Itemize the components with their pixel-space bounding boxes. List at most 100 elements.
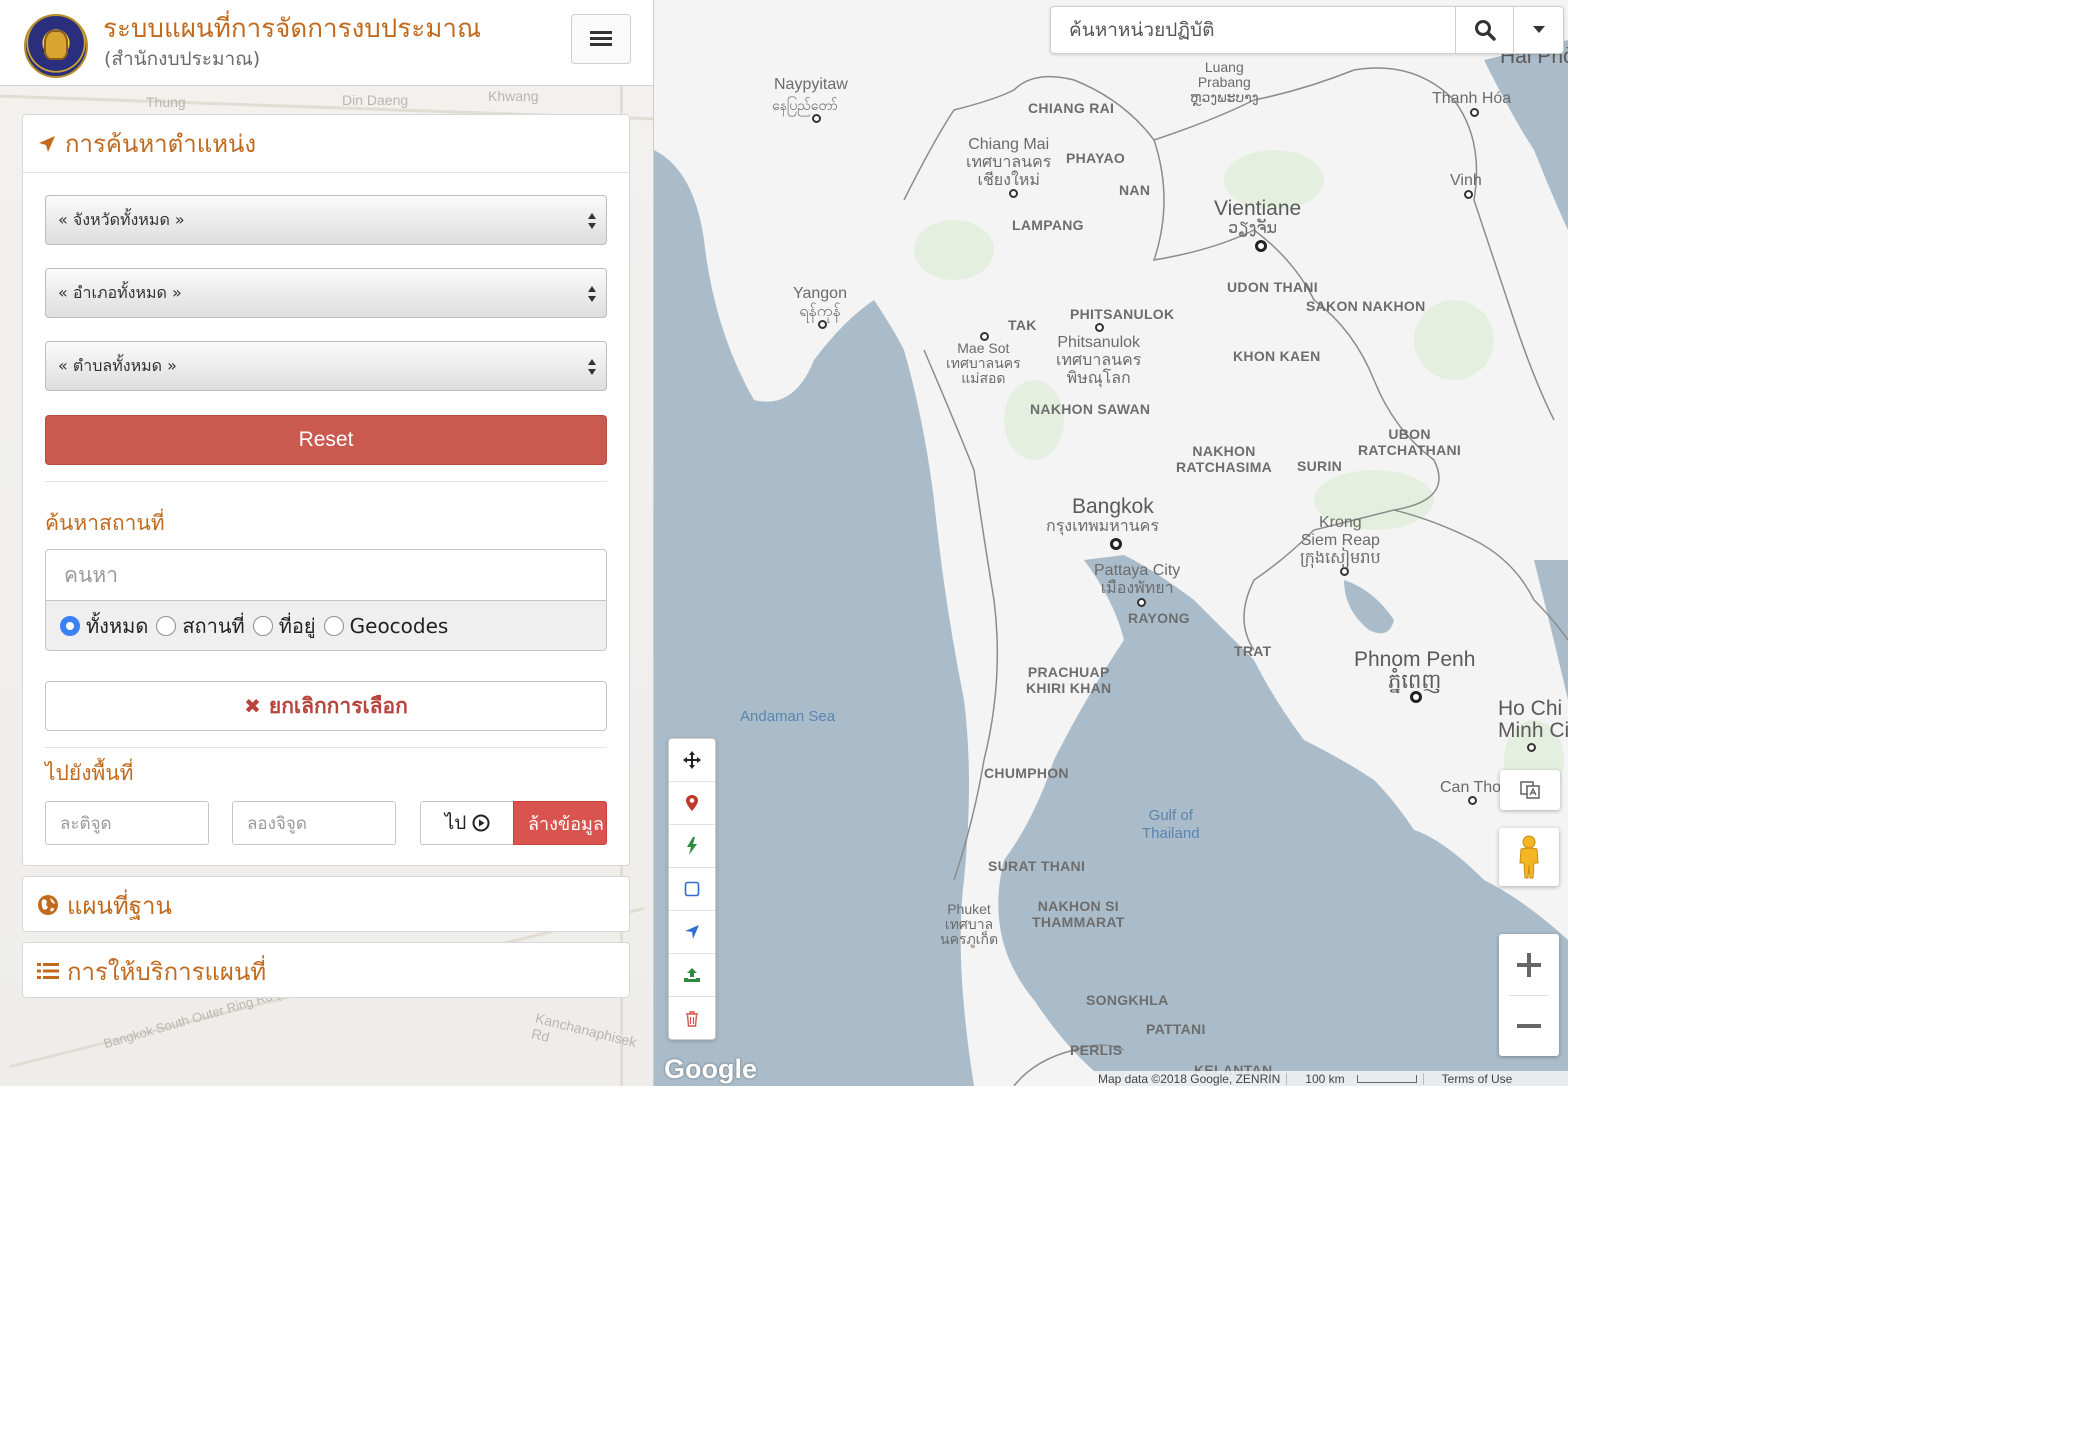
city-marker[interactable] — [812, 114, 821, 123]
map-label-nan: NAN — [1119, 182, 1151, 198]
district-select[interactable]: « อำเภอทั้งหมด » — [45, 268, 607, 318]
left-panel: Thung Din Daeng Khwang Kanchanaphisek Rd… — [0, 0, 654, 1086]
radio-button[interactable] — [323, 615, 344, 636]
map-label-phayao: PHAYAO — [1066, 150, 1126, 166]
map-label-chumphon: CHUMPHON — [984, 765, 1069, 781]
upload-tool-button[interactable] — [669, 954, 715, 997]
map-label-pattani: PATTANI — [1146, 1021, 1206, 1037]
radio-option-address[interactable]: ที่อยู่ — [252, 610, 316, 642]
map-label-phuket: Phuket เทศบาล นครภูเก็ต — [940, 901, 999, 947]
location-arrow-icon — [685, 925, 699, 939]
map-label-udon-thani: UDON THANI — [1227, 279, 1318, 295]
google-logo: Google — [664, 1054, 757, 1084]
place-search-input[interactable]: คนหา — [45, 549, 607, 601]
map-label-perlis: PERLIS — [1070, 1042, 1123, 1058]
unit-search-button[interactable] — [1455, 7, 1513, 53]
city-marker[interactable] — [1340, 567, 1349, 576]
divider — [45, 747, 607, 748]
province-select[interactable]: « จังหวัดทั้งหมด » — [45, 195, 607, 245]
unit-search-input[interactable]: ค้นหาหน่วยปฏิบัติ — [1051, 7, 1455, 53]
map-label-phitsanulok-city: Phitsanulok เทศบาลนคร พิษณุโลก — [1056, 334, 1142, 387]
app-subtitle: (สำนักงบประมาณ) — [104, 48, 261, 70]
map-label-siem-reap: Krong Siem Reap ក្រុងសៀមរាប — [1300, 514, 1381, 567]
map-label-surin: SURIN — [1297, 458, 1343, 474]
basemap-panel[interactable]: แผนที่ฐาน — [22, 876, 630, 932]
map-data-attribution[interactable]: Map data ©2018 Google, ZENRIN — [1092, 1072, 1286, 1086]
map-canvas[interactable]: Naypyitaw နေပြည်တော် Luang Prabang ຫຼວງພ… — [654, 0, 1568, 1086]
map-attribution-bar: Map data ©2018 Google, ZENRIN 100 km Ter… — [1092, 1071, 1568, 1086]
trash-icon — [686, 1010, 698, 1027]
navigate-tool-button[interactable] — [669, 911, 715, 954]
delete-tool-button[interactable] — [669, 997, 715, 1040]
radio-option-geocodes[interactable]: Geocodes — [323, 614, 448, 638]
divider — [45, 481, 607, 482]
plus-icon — [1517, 952, 1541, 977]
app-title: ระบบแผนที่การจัดการงบประมาณ — [103, 14, 482, 44]
location-search-panel: การค้นหาตำแหน่ง « จังหวัดทั้งหมด » « อำเ… — [22, 114, 630, 866]
city-marker[interactable] — [1464, 190, 1473, 199]
map-label-songkhla: SONGKHLA — [1086, 992, 1169, 1008]
marker-tool-button[interactable] — [669, 782, 715, 825]
city-marker[interactable] — [818, 320, 827, 329]
radio-label: ทั้งหมด — [86, 613, 149, 638]
radio-option-all[interactable]: ทั้งหมด — [60, 610, 148, 642]
basemap-panel-header[interactable]: แผนที่ฐาน — [23, 877, 629, 933]
bolt-icon — [687, 837, 697, 855]
unit-search-dropdown-button[interactable] — [1513, 7, 1563, 53]
radio-button[interactable] — [252, 615, 273, 636]
map-pin-icon — [686, 795, 698, 811]
go-button[interactable]: ไป — [420, 801, 514, 845]
map-label-chiang-mai: Chiang Mai เทศบาลนคร เชียงใหม่ — [966, 136, 1052, 189]
map-label-trat: TRAT — [1234, 643, 1272, 659]
left-bg-label: Kanchanaphisek Rd — [529, 1009, 639, 1051]
location-panel-title: การค้นหาตำแหน่ง — [65, 130, 257, 158]
map-label-mae-sot: Mae Sot เทศบาลนคร แม่สอด — [946, 340, 1021, 386]
map-label-luang-prabang: Luang Prabang ຫຼວງພະບາງ — [1190, 59, 1259, 105]
clear-selection-button[interactable]: ✖ ยกเลิกการเลือก — [45, 681, 607, 731]
zoom-in-button[interactable] — [1499, 934, 1559, 995]
city-marker[interactable] — [1470, 108, 1479, 117]
map-services-panel-header[interactable]: การให้บริการแผนที่ — [23, 943, 629, 999]
street-view-control[interactable] — [1499, 828, 1559, 886]
reset-button[interactable]: Reset — [45, 415, 607, 465]
city-marker[interactable] — [1095, 323, 1104, 332]
city-marker[interactable] — [1137, 598, 1146, 607]
location-arrow-icon — [39, 135, 55, 152]
radio-button[interactable] — [60, 615, 80, 636]
basemap-panel-title: แผนที่ฐาน — [67, 891, 172, 920]
capital-marker[interactable] — [1110, 538, 1122, 550]
longitude-placeholder: ลองจิจูด — [247, 813, 307, 834]
line-tool-button[interactable] — [669, 825, 715, 868]
rectangle-tool-button[interactable] — [669, 868, 715, 911]
unit-search-box: ค้นหาหน่วยปฏิบัติ — [1050, 6, 1564, 54]
terms-of-use-link[interactable]: Terms of Use — [1436, 1072, 1519, 1086]
translate-control[interactable] — [1500, 770, 1560, 810]
pan-tool-button[interactable] — [669, 739, 715, 782]
city-marker[interactable] — [1009, 189, 1018, 198]
clear-data-button[interactable]: ล้างข้อมูล — [513, 801, 607, 845]
map-label-vinh: Vinh — [1450, 172, 1482, 189]
map-label-rayong: RAYONG — [1128, 610, 1190, 626]
map-services-panel[interactable]: การให้บริการแผนที่ — [22, 942, 630, 998]
map-label-phnom-penh: Phnom Penh ភ្នំពេញ — [1354, 648, 1476, 693]
radio-option-place[interactable]: สถานที่ — [156, 610, 245, 642]
search-type-radios: ทั้งหมด สถานที่ ที่อยู่ Geocodes — [45, 601, 607, 651]
capital-marker[interactable] — [1255, 240, 1267, 252]
bureau-seal-logo — [24, 14, 88, 78]
map-scale-label[interactable]: 100 km — [1299, 1072, 1350, 1086]
subdistrict-select[interactable]: « ตำบลทั้งหมด » — [45, 341, 607, 391]
latitude-input[interactable]: ละติจูด — [45, 801, 209, 845]
upload-icon — [684, 968, 700, 982]
translate-icon — [1520, 781, 1540, 799]
map-label-yangon: Yangon ရန်ကုန် — [793, 285, 847, 320]
hamburger-menu-button[interactable] — [571, 14, 631, 64]
map-label-gulf-of-thailand: Gulf of Thailand — [1142, 807, 1200, 842]
zoom-out-button[interactable] — [1499, 995, 1559, 1056]
city-marker[interactable] — [1527, 743, 1536, 752]
radio-button[interactable] — [156, 615, 177, 636]
city-marker[interactable] — [1468, 796, 1477, 805]
map-label-nakhon-ratchasima: NAKHON RATCHASIMA — [1176, 443, 1273, 475]
longitude-input[interactable]: ลองจิจูด — [232, 801, 396, 845]
location-panel-header[interactable]: การค้นหาตำแหน่ง — [23, 115, 629, 173]
map-label-prachuap: PRACHUAP KHIRI KHAN — [1026, 664, 1112, 696]
